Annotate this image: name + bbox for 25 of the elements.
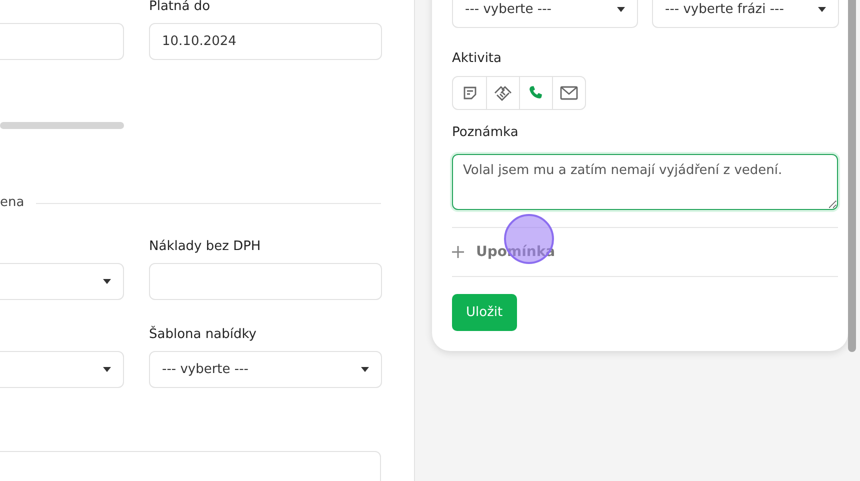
section-title: ena xyxy=(0,194,24,212)
input-field[interactable] xyxy=(149,263,382,300)
plus-icon xyxy=(452,246,464,258)
caret-icon xyxy=(103,367,111,372)
input-field[interactable] xyxy=(0,451,381,481)
note-icon xyxy=(462,85,478,101)
input-field[interactable]: 10.10.2024 xyxy=(149,23,382,60)
caret-icon xyxy=(361,367,369,372)
mail-icon xyxy=(560,86,578,100)
caret-icon xyxy=(617,6,625,12)
field-label: Aktivita xyxy=(452,50,502,68)
phone-icon xyxy=(528,85,544,101)
dropdown[interactable]: --- vyberte frázi --- xyxy=(652,0,839,28)
scrollbar[interactable] xyxy=(848,0,856,352)
dropdown[interactable]: --- vyberte --- xyxy=(452,0,638,28)
scrollbar[interactable] xyxy=(0,122,124,129)
dropdown[interactable]: --- vyberte --- xyxy=(149,351,382,388)
activity-button[interactable] xyxy=(552,77,585,109)
field-label: Náklady bez DPH xyxy=(149,238,262,256)
caret-icon xyxy=(103,279,111,284)
handshake-icon xyxy=(494,85,512,101)
note-field[interactable]: Volal jsem mu a zatím nemají vyjádření z vedení. xyxy=(452,154,838,210)
caret-icon xyxy=(818,6,826,12)
field-label: Poznámka xyxy=(452,124,520,142)
field-label: Šablona nabídky xyxy=(149,326,258,344)
